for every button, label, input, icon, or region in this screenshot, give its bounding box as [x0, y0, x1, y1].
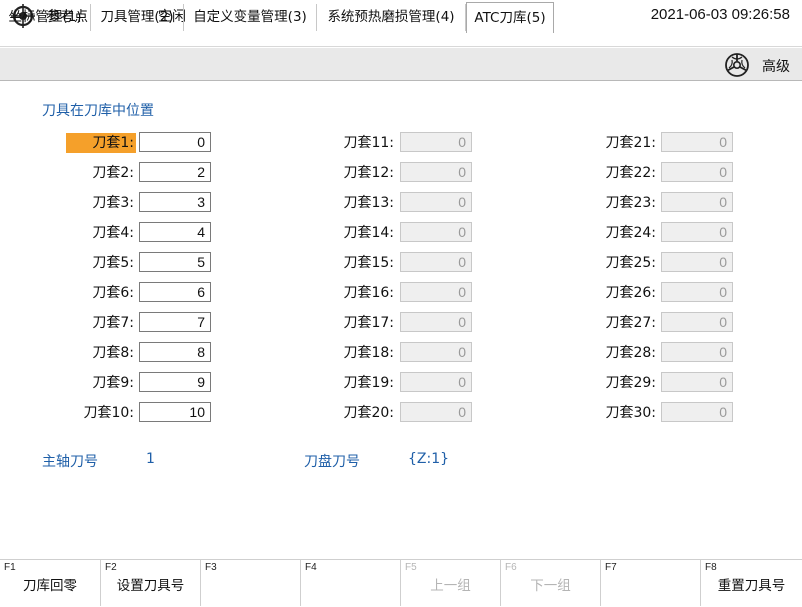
slot-input-disabled: 0 [400, 162, 472, 182]
slot-input[interactable]: 2 [139, 162, 211, 182]
slot-input-disabled: 0 [400, 282, 472, 302]
f8-reset-tool-number-button[interactable]: F8 重置刀具号 [700, 560, 802, 606]
slot-input-disabled: 0 [661, 282, 733, 302]
slot-input-disabled: 0 [400, 342, 472, 362]
slot-label: 刀套25: [605, 255, 656, 271]
tab-warmup-wear[interactable]: 系统预热磨损管理(4) [317, 4, 466, 31]
slot-input-disabled: 0 [661, 252, 733, 272]
slot-label: 刀套29: [605, 375, 656, 391]
slot-label: 刀套24: [605, 225, 656, 241]
section-title: 刀具在刀库中位置 [42, 103, 154, 119]
slot-input[interactable]: 5 [139, 252, 211, 272]
spindle-tool-value: 1 [146, 451, 155, 467]
function-key-bar: F1 刀库回零 F2 设置刀具号 F3 F4 F5 上一组 F6 下一组 F7 … [0, 559, 802, 607]
slot-label: 刀套6: [92, 285, 134, 301]
fkey-number: F4 [305, 562, 317, 573]
slot-input[interactable]: 10 [139, 402, 211, 422]
fkey-label: 刀库回零 [23, 578, 77, 594]
fkey-label: 下一组 [530, 578, 571, 594]
slot-label: 刀套21: [605, 135, 656, 151]
fkey-label: 重置刀具号 [717, 578, 786, 594]
slot-input[interactable]: 0 [139, 132, 211, 152]
fkey-number: F3 [205, 562, 217, 573]
f4-button[interactable]: F4 [300, 560, 400, 606]
slot-label: 刀套20: [343, 405, 394, 421]
slot-label: 刀套11: [343, 135, 394, 151]
fkey-number: F6 [505, 562, 517, 573]
slot-input-disabled: 0 [400, 402, 472, 422]
slot-label: 刀套26: [605, 285, 656, 301]
slot-input[interactable]: 6 [139, 282, 211, 302]
fkey-number: F7 [605, 562, 617, 573]
slot-label: 刀套13: [343, 195, 394, 211]
slot-label: 刀套17: [343, 315, 394, 331]
slot-input-disabled: 0 [661, 162, 733, 182]
fkey-label: 设置刀具号 [116, 578, 185, 594]
magazine-tool-value: {Z:1} [408, 451, 450, 467]
fkey-label: 上一组 [430, 578, 471, 594]
slot-label: 刀套2: [92, 165, 134, 181]
f1-home-magazine-button[interactable]: F1 刀库回零 [0, 560, 100, 606]
slot-input-disabled: 0 [661, 312, 733, 332]
tab-atc[interactable]: ATC刀库(5) [466, 2, 554, 33]
slot-input-disabled: 0 [400, 372, 472, 392]
slot-label: 刀套7: [92, 315, 134, 331]
slot-label: 刀套3: [92, 195, 134, 211]
slot-input-disabled: 0 [661, 402, 733, 422]
slot-input-disabled: 0 [400, 222, 472, 242]
f5-previous-group-button[interactable]: F5 上一组 [400, 560, 500, 606]
f7-button[interactable]: F7 [600, 560, 700, 606]
magazine-tool-label: 刀盘刀号 [304, 454, 360, 470]
slot-label: 刀套14: [343, 225, 394, 241]
slot-label: 刀套1: [66, 133, 136, 153]
slot-label: 刀套4: [92, 225, 134, 241]
tab-bar [0, 48, 802, 81]
slot-input[interactable]: 8 [139, 342, 211, 362]
slot-label: 刀套30: [605, 405, 656, 421]
fkey-number: F5 [405, 562, 417, 573]
slot-label: 刀套19: [343, 375, 394, 391]
slot-label: 刀套8: [92, 345, 134, 361]
slot-label: 刀套27: [605, 315, 656, 331]
slot-input-disabled: 0 [661, 192, 733, 212]
slot-input-disabled: 0 [661, 342, 733, 362]
slot-input[interactable]: 9 [139, 372, 211, 392]
slot-input-disabled: 0 [661, 222, 733, 242]
tab-tools[interactable]: 刀具管理(2) [91, 4, 184, 31]
datetime: 2021-06-03 09:26:58 [650, 6, 790, 23]
slot-input[interactable]: 4 [139, 222, 211, 242]
slot-label: 刀套15: [343, 255, 394, 271]
gear-wheel-icon[interactable] [724, 52, 750, 78]
slot-label: 刀套23: [605, 195, 656, 211]
tab-custom-variables[interactable]: 自定义变量管理(3) [184, 4, 317, 31]
slot-input-disabled: 0 [661, 372, 733, 392]
slot-label: 刀套12: [343, 165, 394, 181]
slot-label: 刀套28: [605, 345, 656, 361]
tab-coordinates[interactable]: 坐标管理(1) [0, 4, 91, 31]
fkey-number: F1 [4, 562, 16, 573]
slot-label: 刀套9: [92, 375, 134, 391]
slot-label: 刀套10: [83, 405, 134, 421]
slot-label: 刀套5: [92, 255, 134, 271]
slot-input-disabled: 0 [400, 192, 472, 212]
slot-label: 刀套16: [343, 285, 394, 301]
slot-input-disabled: 0 [400, 312, 472, 332]
fkey-number: F2 [105, 562, 117, 573]
slot-input-disabled: 0 [400, 132, 472, 152]
slot-input-disabled: 0 [661, 132, 733, 152]
slot-input[interactable]: 7 [139, 312, 211, 332]
f3-button[interactable]: F3 [200, 560, 300, 606]
f2-set-tool-number-button[interactable]: F2 设置刀具号 [100, 560, 200, 606]
slot-label: 刀套22: [605, 165, 656, 181]
f6-next-group-button[interactable]: F6 下一组 [500, 560, 600, 606]
slot-input-disabled: 0 [400, 252, 472, 272]
advanced-button[interactable]: 高级 [762, 56, 790, 76]
slot-input[interactable]: 3 [139, 192, 211, 212]
fkey-number: F8 [705, 562, 717, 573]
spindle-tool-label: 主轴刀号 [42, 454, 98, 470]
slot-label: 刀套18: [343, 345, 394, 361]
